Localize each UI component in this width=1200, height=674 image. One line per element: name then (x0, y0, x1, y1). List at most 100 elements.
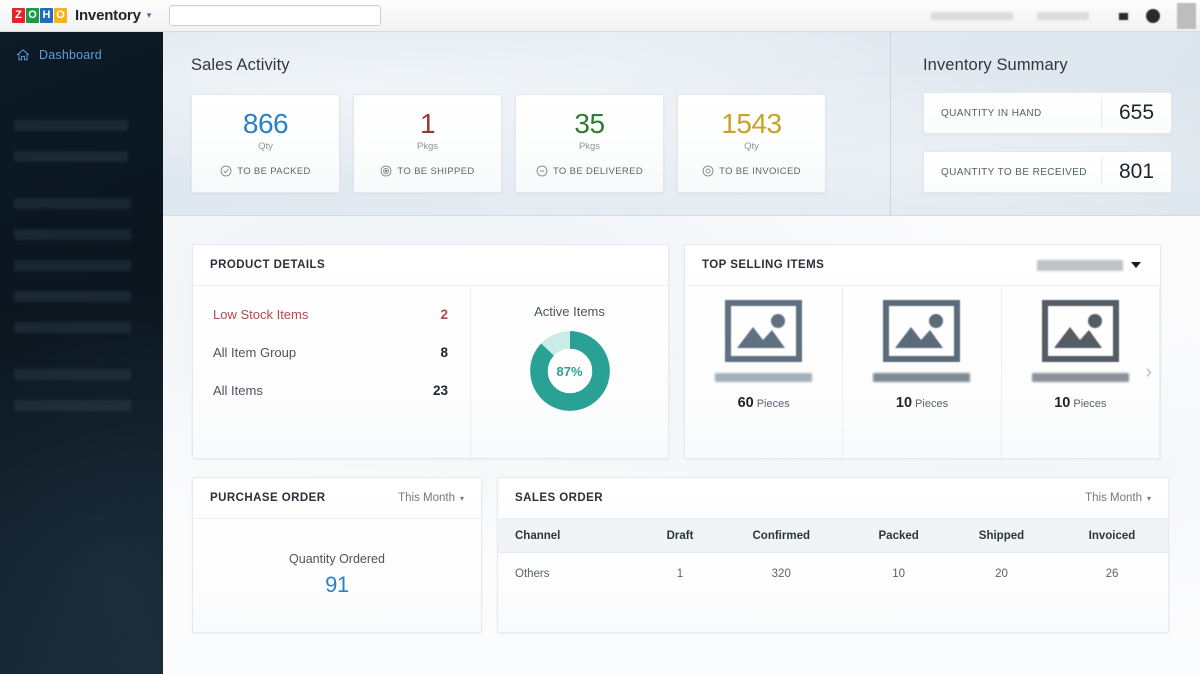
inventory-summary-panel: Inventory Summary QUANTITY IN HAND 655 Q… (891, 32, 1200, 215)
table-row[interactable]: Others 1 320 10 20 26 (498, 553, 1168, 596)
active-items-percent-label: 87% (529, 330, 611, 412)
purchase-order-body: Quantity Ordered 91 (193, 519, 481, 632)
top-selling-item-2-qty-value: 10 (896, 395, 912, 411)
active-items-chart-title: Active Items (534, 304, 605, 319)
top-selling-items-panel: TOP SELLING ITEMS (684, 244, 1161, 459)
product-details-panel: PRODUCT DETAILS Low Stock Items 2 All It… (192, 244, 669, 459)
inventory-row-quantity-to-be-received[interactable]: QUANTITY TO BE RECEIVED 801 (923, 151, 1172, 193)
sidebar-item-dashboard[interactable]: Dashboard (0, 41, 163, 69)
sidebar-item-hidden-7[interactable] (14, 322, 131, 333)
product-row-all-item-group[interactable]: All Item Group 8 (213, 345, 448, 360)
sidebar-item-hidden-1[interactable] (14, 120, 128, 131)
sidebar-item-hidden-6[interactable] (14, 291, 131, 302)
topbar-hidden-link-1[interactable] (931, 12, 1013, 20)
active-items-donut[interactable]: 87% (529, 330, 611, 412)
sidebar-item-hidden-3[interactable] (14, 198, 131, 209)
top-selling-items-next-arrow-icon[interactable]: › (1145, 362, 1152, 382)
stat-label-to-be-invoiced: TO BE INVOICED (719, 166, 801, 177)
stat-card-to-be-invoiced[interactable]: 1543 Qty TO BE INVOICED (677, 94, 826, 193)
sales-order-col-shipped: Shipped (947, 519, 1056, 553)
panel-row-1: PRODUCT DETAILS Low Stock Items 2 All It… (192, 244, 1169, 459)
purchase-order-header: PURCHASE ORDER This Month ▾ (193, 478, 481, 519)
sidebar-item-hidden-4[interactable] (14, 229, 131, 240)
zoho-logo-letter-o1: O (26, 8, 39, 23)
sidebar-item-hidden-2[interactable] (14, 151, 128, 162)
sales-activity-title: Sales Activity (191, 56, 890, 75)
sidebar: Dashboard (0, 32, 163, 674)
top-selling-item-1-quantity: 60Pieces (738, 395, 790, 411)
purchase-order-metric-label: Quantity Ordered (289, 552, 385, 566)
brand-logo-area[interactable]: Z O H O Inventory ▾ (12, 7, 151, 24)
top-selling-item-1[interactable]: 60Pieces (685, 286, 843, 458)
placeholder-image-icon (725, 300, 802, 362)
sales-order-cell-draft: 1 (648, 553, 712, 596)
top-selling-item-1-qty-unit: Pieces (757, 398, 790, 410)
stat-value-to-be-packed: 866 (243, 109, 288, 139)
product-row-all-items[interactable]: All Items 23 (213, 383, 448, 398)
purchase-order-chevron-down-icon: ▾ (460, 494, 464, 503)
top-selling-item-3-qty-unit: Pieces (1073, 398, 1106, 410)
check-circle-icon (220, 165, 232, 177)
zoho-logo-letter-z: Z (12, 8, 25, 23)
stat-label-to-be-packed: TO BE PACKED (237, 166, 311, 177)
stat-unit-to-be-packed: Qty (258, 141, 273, 152)
product-label-all-item-group: All Item Group (213, 345, 440, 360)
inventory-summary-title: Inventory Summary (923, 56, 1172, 75)
product-label-all-items: All Items (213, 383, 433, 398)
sales-activity-panel: Sales Activity 866 Qty TO BE PACKED (163, 32, 891, 215)
sales-order-table-header-row: Channel Draft Confirmed Packed Shipped I… (498, 519, 1168, 553)
sidebar-item-hidden-8[interactable] (14, 369, 131, 380)
purchase-order-period-label: This Month (398, 492, 455, 504)
stat-footer-to-be-invoiced: TO BE INVOICED (702, 165, 801, 177)
topbar-circle-icon[interactable] (1146, 9, 1160, 23)
sales-order-period-filter[interactable]: This Month ▾ (1085, 492, 1151, 504)
stat-card-to-be-delivered[interactable]: 35 Pkgs TO BE DELIVERED (515, 94, 664, 193)
top-bar-right-tools (931, 0, 1200, 32)
top-selling-item-2-qty-unit: Pieces (915, 398, 948, 410)
stat-value-to-be-invoiced: 1543 (721, 109, 781, 139)
top-selling-item-3[interactable]: 10Pieces (1002, 286, 1160, 458)
panel-row-2: PURCHASE ORDER This Month ▾ Quantity Ord… (192, 477, 1169, 633)
sales-activity-cards: 866 Qty TO BE PACKED 1 Pkgs (191, 94, 890, 193)
search-input[interactable] (169, 5, 381, 26)
product-details-list: Low Stock Items 2 All Item Group 8 All I… (193, 286, 471, 458)
product-details-header: PRODUCT DETAILS (193, 245, 668, 286)
sales-order-col-channel: Channel (498, 519, 648, 553)
topbar-avatar[interactable] (1177, 3, 1196, 29)
top-selling-item-2-name (873, 373, 970, 382)
sales-order-header: SALES ORDER This Month ▾ (498, 478, 1168, 519)
stat-footer-to-be-delivered: TO BE DELIVERED (536, 165, 643, 177)
sales-order-col-draft: Draft (648, 519, 712, 553)
sidebar-item-hidden-5[interactable] (14, 260, 131, 271)
purchase-order-period-filter[interactable]: This Month ▾ (398, 492, 464, 504)
stat-card-to-be-shipped[interactable]: 1 Pkgs TO BE SHIPPED (353, 94, 502, 193)
product-details-title: PRODUCT DETAILS (210, 259, 325, 271)
top-selling-item-2[interactable]: 10Pieces (843, 286, 1001, 458)
top-selling-items-chevron-down-icon[interactable] (1131, 262, 1141, 268)
product-value-all-items: 23 (433, 383, 448, 398)
topbar-square-icon[interactable] (1117, 11, 1130, 22)
home-icon (16, 48, 30, 62)
sales-order-col-invoiced: Invoiced (1056, 519, 1168, 553)
stat-card-to-be-packed[interactable]: 866 Qty TO BE PACKED (191, 94, 340, 193)
product-row-low-stock-items[interactable]: Low Stock Items 2 (213, 307, 448, 322)
sales-order-cell-invoiced: 26 (1056, 553, 1168, 596)
product-value-low-stock-items: 2 (440, 307, 448, 322)
top-selling-items-header: TOP SELLING ITEMS (685, 245, 1160, 286)
purchase-order-metric-value: 91 (325, 572, 349, 598)
inventory-row-quantity-in-hand[interactable]: QUANTITY IN HAND 655 (923, 92, 1172, 134)
zoho-logo-letter-o2: O (54, 8, 67, 23)
app-switcher-chevron-down-icon[interactable]: ▾ (147, 10, 152, 21)
purchase-order-panel: PURCHASE ORDER This Month ▾ Quantity Ord… (192, 477, 482, 633)
sidebar-item-hidden-9[interactable] (14, 400, 131, 411)
topbar-hidden-link-2[interactable] (1037, 12, 1089, 20)
stat-unit-to-be-delivered: Pkgs (579, 141, 600, 152)
placeholder-image-icon (883, 300, 960, 362)
stat-value-to-be-delivered: 35 (574, 109, 604, 139)
sidebar-item-dashboard-label: Dashboard (39, 48, 102, 62)
target-circle-icon (380, 165, 392, 177)
sales-order-cell-packed: 10 (850, 553, 947, 596)
top-selling-items-filter-select[interactable] (1037, 260, 1123, 271)
minus-circle-icon (536, 165, 548, 177)
stat-footer-to-be-shipped: TO BE SHIPPED (380, 165, 474, 177)
